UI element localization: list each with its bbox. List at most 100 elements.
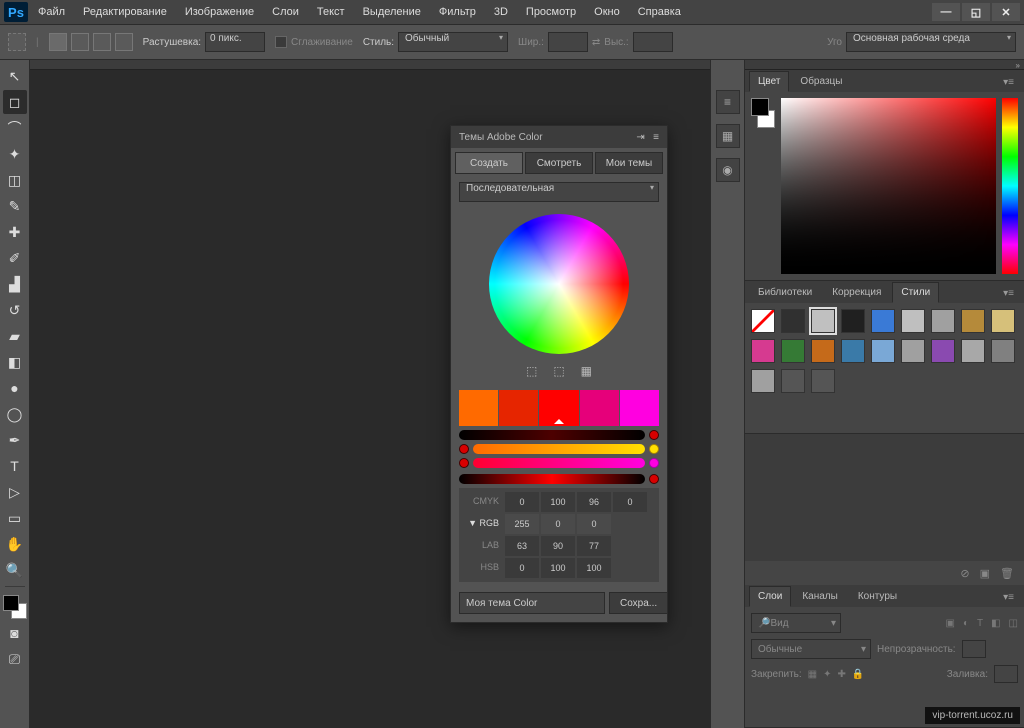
hsb-s[interactable]: 100 (541, 558, 575, 578)
cmyk-y[interactable]: 96 (577, 492, 611, 512)
marquee-tool-icon[interactable]: ◻ (3, 90, 27, 114)
dodge-tool-icon[interactable]: ◯ (3, 402, 27, 426)
move-tool-icon[interactable]: ↖ (3, 64, 27, 88)
menu-help[interactable]: Справка (630, 3, 689, 21)
gradient-bar-4[interactable] (459, 474, 645, 484)
style-swatch-2[interactable] (811, 309, 835, 333)
lab-a[interactable]: 90 (541, 536, 575, 556)
style-swatch-6[interactable] (931, 309, 955, 333)
feather-input[interactable]: 0 пикс. (205, 32, 265, 52)
menu-edit[interactable]: Редактирование (75, 3, 175, 21)
style-swatch-12[interactable] (841, 339, 865, 363)
style-swatch-8[interactable] (991, 309, 1015, 333)
panel-expand-icon[interactable]: » (1016, 61, 1020, 70)
gradient-knob-2a[interactable] (459, 444, 469, 454)
dock-icon-3[interactable]: ◉ (716, 158, 740, 182)
harmony-dropdown[interactable]: Последовательная (459, 182, 659, 202)
style-swatch-0[interactable] (751, 309, 775, 333)
filter-type-icon[interactable]: T (977, 618, 983, 629)
theme-swatch-3[interactable] (539, 390, 578, 426)
menu-3d[interactable]: 3D (486, 3, 516, 21)
hue-slider[interactable] (1002, 98, 1018, 274)
menu-select[interactable]: Выделение (355, 3, 429, 21)
crop-tool-icon[interactable]: ◫ (3, 168, 27, 192)
style-swatch-10[interactable] (781, 339, 805, 363)
maximize-button[interactable]: ◱ (962, 3, 990, 21)
close-button[interactable]: ✕ (992, 3, 1020, 21)
dock-icon-1[interactable]: ≡ (716, 90, 740, 114)
lab-b[interactable]: 77 (577, 536, 611, 556)
tab-my-themes[interactable]: Мои темы (595, 152, 663, 174)
rgb-r[interactable]: 255 (505, 514, 539, 534)
tab-color[interactable]: Цвет (749, 71, 789, 92)
gradient-tool-icon[interactable]: ◧ (3, 350, 27, 374)
opacity-input[interactable] (962, 640, 986, 658)
swap-wh-icon[interactable]: ⇄ (592, 37, 600, 48)
fill-input[interactable] (994, 665, 1018, 683)
rgb-g[interactable]: 0 (541, 514, 575, 534)
style-dropdown[interactable]: Обычный (398, 32, 508, 52)
subtract-selection-icon[interactable] (93, 33, 111, 51)
style-swatch-4[interactable] (871, 309, 895, 333)
style-swatch-5[interactable] (901, 309, 925, 333)
lab-l[interactable]: 63 (505, 536, 539, 556)
tab-channels[interactable]: Каналы (793, 586, 847, 607)
gradient-knob-1[interactable] (649, 430, 659, 440)
lock-all-icon[interactable]: ✚ (838, 669, 846, 680)
lock-icon[interactable]: 🔒 (852, 669, 864, 680)
theme-swatch-5[interactable] (620, 390, 659, 426)
foreground-background-color[interactable] (3, 595, 27, 619)
lab-label[interactable]: LAB (463, 536, 503, 556)
clear-icon[interactable]: ⊘ (960, 567, 969, 580)
rgb-b[interactable]: 0 (577, 514, 611, 534)
gradient-bar-3[interactable] (473, 458, 645, 468)
tool-preset-icon[interactable] (8, 33, 26, 51)
style-swatch-13[interactable] (871, 339, 895, 363)
brush-tool-icon[interactable]: ✐ (3, 246, 27, 270)
type-tool-icon[interactable]: T (3, 454, 27, 478)
tab-paths[interactable]: Контуры (849, 586, 906, 607)
menu-filter[interactable]: Фильтр (431, 3, 484, 21)
color-field[interactable] (781, 98, 996, 274)
tab-libraries[interactable]: Библиотеки (749, 282, 821, 303)
wheel-tool-3-icon[interactable]: ▦ (581, 364, 592, 378)
color-panel-menu-icon[interactable]: ▾≡ (997, 73, 1020, 92)
gradient-knob-3b[interactable] (649, 458, 659, 468)
panel-menu-icon[interactable]: ≡ (653, 132, 659, 143)
gradient-knob-2b[interactable] (649, 444, 659, 454)
zoom-tool-icon[interactable]: 🔍 (3, 558, 27, 582)
gradient-bar-1[interactable] (459, 430, 645, 440)
lasso-tool-icon[interactable]: ⌒ (3, 116, 27, 140)
lock-pixels-icon[interactable]: ▦ (808, 669, 817, 680)
tab-create[interactable]: Создать (455, 152, 523, 174)
hsb-h[interactable]: 0 (505, 558, 539, 578)
trash-icon[interactable]: 🗑 (1000, 567, 1014, 580)
hsb-b[interactable]: 100 (577, 558, 611, 578)
menu-layers[interactable]: Слои (264, 3, 307, 21)
style-swatch-empty-1[interactable] (811, 369, 835, 393)
theme-swatch-4[interactable] (580, 390, 619, 426)
layer-kind-filter[interactable]: 🔎 Вид (751, 613, 841, 633)
cmyk-label[interactable]: CMYK (463, 492, 503, 512)
style-swatch-empty-0[interactable] (781, 369, 805, 393)
menu-view[interactable]: Просмотр (518, 3, 584, 21)
style-swatch-18[interactable] (751, 369, 775, 393)
tab-layers[interactable]: Слои (749, 586, 791, 607)
theme-swatch-1[interactable] (459, 390, 498, 426)
blur-tool-icon[interactable]: ● (3, 376, 27, 400)
hand-tool-icon[interactable]: ✋ (3, 532, 27, 556)
wheel-tool-1-icon[interactable]: ⬚ (526, 364, 537, 378)
style-swatch-7[interactable] (961, 309, 985, 333)
menu-file[interactable]: Файл (30, 3, 73, 21)
new-icon[interactable]: ▣ (980, 567, 990, 580)
tab-adjustments[interactable]: Коррекция (823, 282, 890, 303)
style-swatch-14[interactable] (901, 339, 925, 363)
filter-pixel-icon[interactable]: ▣ (945, 618, 954, 629)
add-selection-icon[interactable] (71, 33, 89, 51)
style-swatch-1[interactable] (781, 309, 805, 333)
tab-styles[interactable]: Стили (892, 282, 939, 303)
theme-name-input[interactable] (459, 592, 605, 614)
lock-position-icon[interactable]: ✦ (823, 669, 831, 680)
gradient-knob-4[interactable] (649, 474, 659, 484)
stamp-tool-icon[interactable]: ▟ (3, 272, 27, 296)
